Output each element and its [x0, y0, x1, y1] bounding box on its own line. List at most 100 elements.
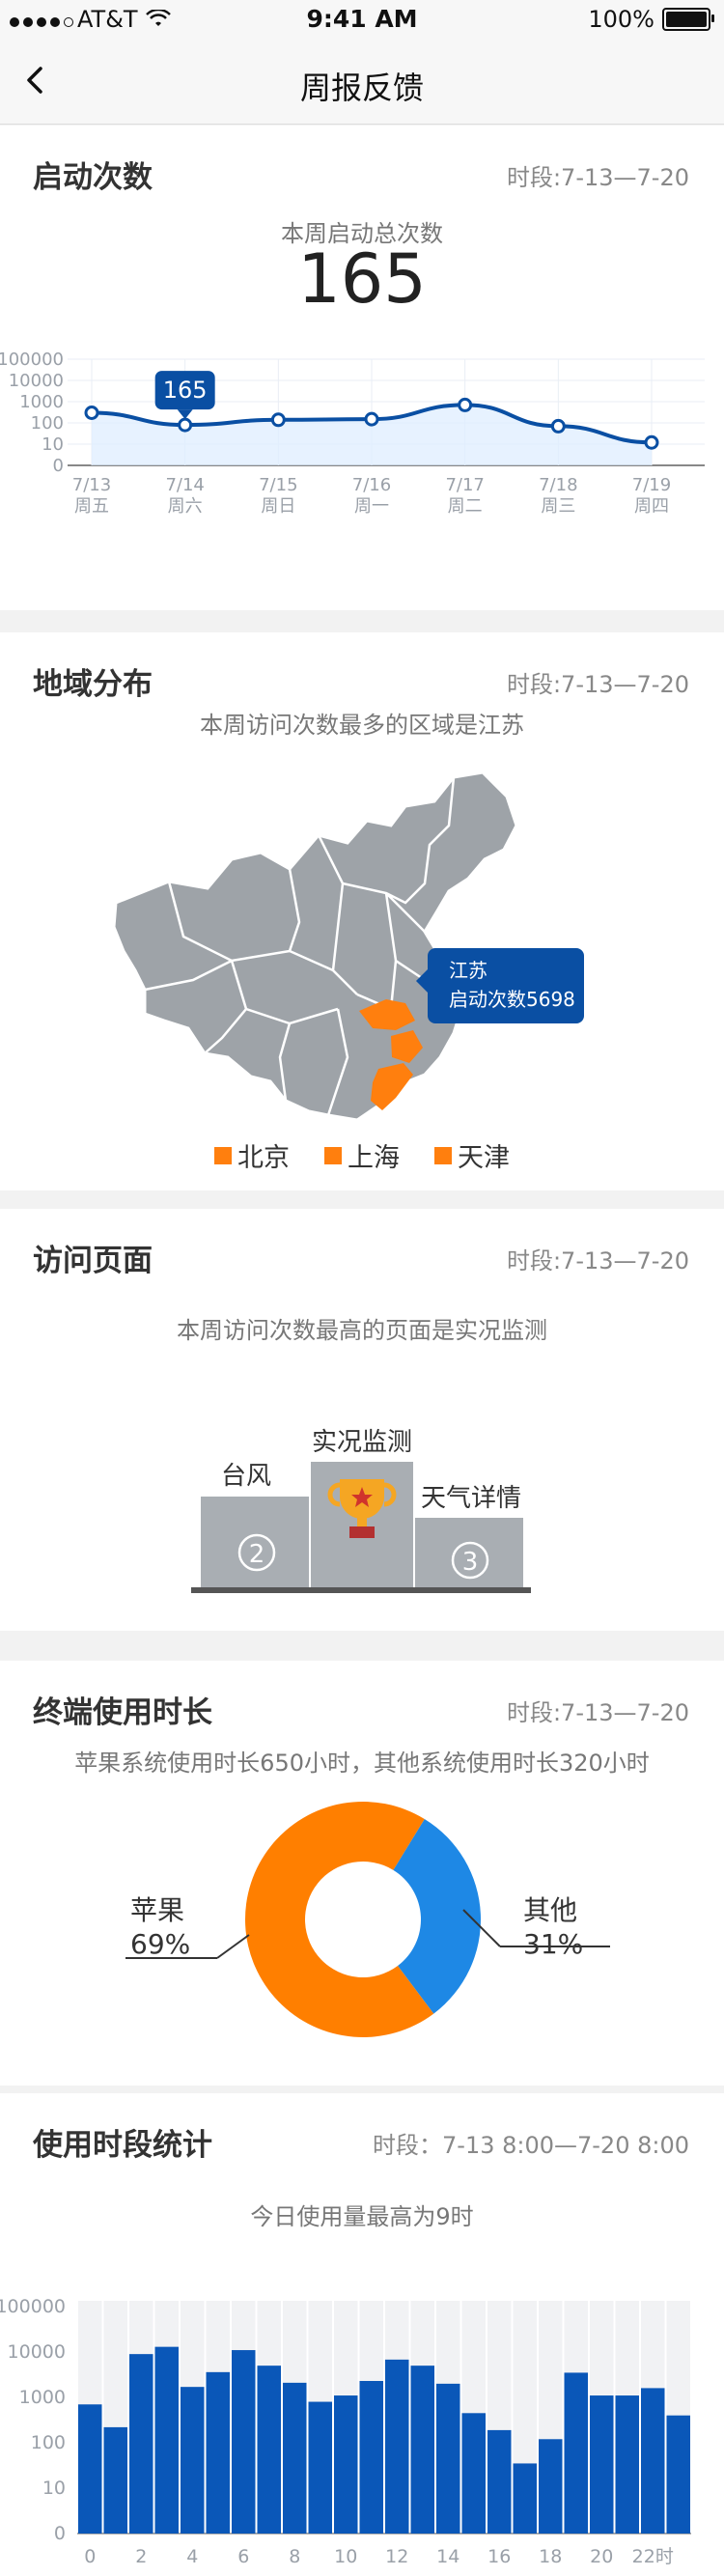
bar: [615, 2395, 639, 2534]
x-tick-label: 16: [487, 2546, 511, 2567]
x-tick-day: 周六: [168, 496, 203, 517]
y-tick-label: 1000: [19, 392, 64, 412]
x-tick-day: 周五: [74, 496, 109, 517]
bar: [283, 2382, 307, 2534]
bar: [641, 2388, 665, 2534]
usage-period: 时段：7-13 8:00—7-20 8:00: [373, 2132, 689, 2159]
y-tick-label: 100: [31, 413, 64, 434]
bar: [513, 2463, 537, 2534]
launch-line-chart: 010100100010000100000 7/13周五 7/14周六 7/15周日 7…: [0, 350, 705, 517]
donut-label-apple-pct: 69%: [130, 1928, 190, 1960]
battery-label: 100%: [588, 6, 654, 33]
y-tick-label: 1000: [19, 2387, 66, 2408]
x-tick-label: 8: [289, 2546, 300, 2567]
bar: [461, 2413, 486, 2534]
podium: 实况监测 台风 天气详情 2 3: [191, 1428, 531, 1593]
x-tick-date: 7/18: [539, 475, 577, 495]
bar: [410, 2366, 434, 2534]
rank-3-number: 3: [462, 1548, 479, 1577]
legend-label: 天津: [458, 1143, 510, 1173]
x-tick-date: 7/14: [165, 475, 204, 495]
y-tick-label: 10000: [8, 2341, 66, 2363]
navigation-bar: 周报反馈: [0, 39, 724, 125]
tooltip-region: 江苏: [449, 959, 487, 982]
y-tick-label: 10: [42, 2478, 66, 2499]
battery-status: 100%: [588, 6, 714, 33]
x-tick-day: 周一: [354, 496, 389, 517]
device-subtitle: 苹果系统使用时长650小时，其他系统使用时长320小时: [74, 1750, 650, 1777]
line-point: [364, 411, 379, 427]
map-tooltip: 江苏 启动次数5698: [416, 948, 584, 1023]
bar: [564, 2372, 588, 2534]
y-tick-label: 100000: [0, 350, 64, 370]
launch-title: 启动次数: [33, 160, 153, 195]
y-tick-label: 10: [42, 434, 64, 455]
x-tick-label: 14: [436, 2546, 459, 2567]
x-tick-day: 周日: [261, 496, 295, 517]
bar: [257, 2366, 281, 2534]
x-tick-date: 7/15: [259, 475, 297, 495]
x-tick-label: 20: [590, 2546, 613, 2567]
bar: [103, 2426, 127, 2534]
bar: [206, 2371, 230, 2534]
x-tick-label: 0: [84, 2546, 96, 2567]
bar: [154, 2346, 179, 2534]
bar: [590, 2395, 614, 2534]
battery-icon: [662, 8, 714, 31]
podium-base: [191, 1587, 531, 1593]
legend-swatch: [434, 1146, 452, 1164]
y-tick-label: 10000: [9, 371, 64, 391]
podium-second-label: 台风: [221, 1462, 271, 1491]
status-bar: AT&T 9:41 AM 100%: [0, 0, 724, 39]
x-tick-date: 7/19: [632, 475, 671, 495]
y-tick-label: 100: [31, 2432, 66, 2453]
y-tick-label: 0: [54, 2523, 66, 2544]
device-donut-chart: 苹果 69% 其他 31%: [125, 1802, 610, 2037]
y-tick-label: 0: [53, 456, 64, 476]
bar: [232, 2350, 256, 2534]
legend-item: 上海: [324, 1136, 400, 1174]
podium-third-label: 天气详情: [421, 1484, 521, 1513]
x-tick-date: 7/16: [352, 475, 391, 495]
bar: [78, 2404, 102, 2534]
tooltip-count: 启动次数5698: [449, 988, 575, 1011]
legend-item: 天津: [434, 1136, 510, 1174]
line-point: [644, 434, 659, 450]
x-tick-date: 7/17: [445, 475, 484, 495]
line-point: [458, 397, 473, 412]
line-point: [550, 418, 566, 434]
usage-subtitle: 今日使用量最高为9时: [250, 2203, 474, 2230]
region-card: 地域分布 时段:7-13—7-20 本周访问次数最多的区域是江苏 江苏 启动次数…: [0, 632, 724, 1190]
bar: [334, 2395, 358, 2534]
x-tick-date: 7/13: [72, 475, 111, 495]
pages-period: 时段:7-13—7-20: [506, 1247, 689, 1274]
x-tick-label: 2: [135, 2546, 147, 2567]
donut-label-other-name: 其他: [523, 1894, 577, 1926]
x-tick-label: 18: [539, 2546, 562, 2567]
x-tick-label: 6: [237, 2546, 249, 2567]
leader-line-apple-diag: [216, 1934, 250, 1959]
region-period: 时段:7-13—7-20: [506, 671, 689, 698]
x-tick-label: 10: [334, 2546, 357, 2567]
region-title: 地域分布: [33, 667, 153, 702]
launch-count-card: 启动次数 时段:7-13—7-20 本周启动总次数 165 0 10 100 1000…: [0, 126, 724, 610]
bar: [436, 2383, 460, 2534]
line-point: [270, 412, 286, 428]
line-point: [178, 417, 193, 433]
bar: [308, 2401, 332, 2534]
page-title: 周报反馈: [299, 70, 424, 106]
region-subtitle: 本周访问次数最多的区域是江苏: [200, 712, 524, 739]
donut-label-other-pct: 31%: [523, 1928, 583, 1960]
legend-label: 北京: [237, 1143, 290, 1173]
legend-label: 上海: [348, 1143, 400, 1173]
usage-card: 使用时段统计 时段：7-13 8:00—7-20 8:00 今日使用量最高为9时…: [0, 2093, 724, 2576]
pages-subtitle: 本周访问次数最高的页面是实况监测: [177, 1317, 547, 1344]
usage-title: 使用时段统计: [33, 2128, 212, 2163]
map-landmass: [112, 770, 518, 1122]
legend-swatch: [324, 1146, 342, 1164]
bar: [487, 2429, 512, 2534]
bar: [181, 2387, 205, 2534]
x-tick-day: 周四: [634, 496, 669, 517]
x-tick-label: 4: [186, 2546, 198, 2567]
podium-first-label: 实况监测: [312, 1428, 412, 1457]
